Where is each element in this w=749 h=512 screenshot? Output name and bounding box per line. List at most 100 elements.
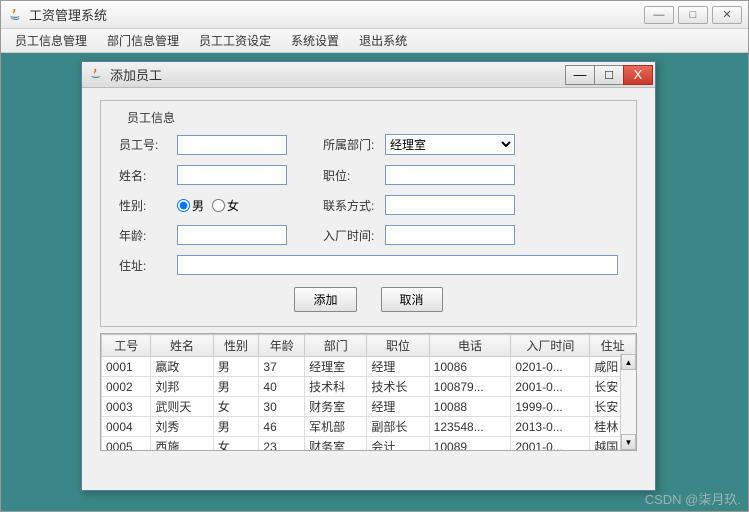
table-cell: 会计 — [367, 437, 429, 452]
java-icon — [88, 67, 104, 83]
table-cell: 37 — [259, 357, 305, 377]
menu-system[interactable]: 系统设置 — [281, 29, 349, 52]
table-header[interactable]: 入厂时间 — [511, 335, 590, 357]
table-header[interactable]: 年龄 — [259, 335, 305, 357]
table-cell: 46 — [259, 417, 305, 437]
table-cell: 40 — [259, 377, 305, 397]
table-cell: 财务室 — [305, 397, 367, 417]
table-cell: 技术科 — [305, 377, 367, 397]
table-header[interactable]: 性别 — [213, 335, 259, 357]
add-employee-window: 添加员工 — □ X 员工信息 员工号: 所属部门: 经理 — [81, 61, 656, 491]
table-cell: 西施 — [151, 437, 213, 452]
menu-salary[interactable]: 员工工资设定 — [189, 29, 281, 52]
emp-id-field[interactable] — [177, 135, 287, 155]
table-cell: 10089 — [429, 437, 511, 452]
scroll-track[interactable] — [621, 370, 636, 434]
label-dept: 所属部门: — [323, 136, 385, 153]
table-cell: 军机部 — [305, 417, 367, 437]
menu-employee-info[interactable]: 员工信息管理 — [5, 29, 97, 52]
scroll-up-icon[interactable]: ▲ — [621, 354, 636, 370]
minimize-button[interactable]: — — [644, 6, 674, 24]
table-cell: 嬴政 — [151, 357, 213, 377]
inner-titlebar: 添加员工 — □ X — [82, 62, 655, 88]
table-cell: 100879... — [429, 377, 511, 397]
gender-male-radio[interactable] — [177, 199, 190, 212]
menu-exit[interactable]: 退出系统 — [349, 29, 417, 52]
label-emp-id: 员工号: — [119, 136, 177, 153]
table-cell: 经理 — [367, 357, 429, 377]
age-field[interactable] — [177, 225, 287, 245]
table-cell: 2001-0... — [511, 437, 590, 452]
table-cell: 男 — [213, 357, 259, 377]
close-button[interactable]: ✕ — [712, 6, 742, 24]
vertical-scrollbar[interactable]: ▲ ▼ — [620, 354, 636, 450]
gender-female-option[interactable]: 女 — [212, 197, 239, 214]
table-row[interactable]: 0001嬴政男37经理室经理100860201-0...咸阳 — [102, 357, 636, 377]
table-cell: 副部长 — [367, 417, 429, 437]
cancel-button[interactable]: 取消 — [381, 287, 443, 312]
table-cell: 0001 — [102, 357, 151, 377]
main-menubar: 员工信息管理 部门信息管理 员工工资设定 系统设置 退出系统 — [1, 29, 748, 53]
label-contact: 联系方式: — [323, 197, 385, 214]
position-field[interactable] — [385, 165, 515, 185]
table-cell: 技术长 — [367, 377, 429, 397]
form-grid: 员工号: 所属部门: 经理室 姓名: 职位: 性别: — [119, 134, 618, 245]
label-age: 年龄: — [119, 227, 177, 244]
table-cell: 0003 — [102, 397, 151, 417]
table-cell: 女 — [213, 437, 259, 452]
label-address: 住址: — [119, 257, 167, 274]
table-header[interactable]: 姓名 — [151, 335, 213, 357]
table-header[interactable]: 电话 — [429, 335, 511, 357]
table-cell: 财务室 — [305, 437, 367, 452]
name-field[interactable] — [177, 165, 287, 185]
gender-female-radio[interactable] — [212, 199, 225, 212]
employee-info-fieldset: 员工信息 员工号: 所属部门: 经理室 姓名: 职位: — [100, 100, 637, 327]
inner-minimize-button[interactable]: — — [565, 65, 595, 85]
entry-date-field[interactable] — [385, 225, 515, 245]
label-entry: 入厂时间: — [323, 227, 385, 244]
dept-select[interactable]: 经理室 — [385, 134, 515, 155]
table-cell: 30 — [259, 397, 305, 417]
label-name: 姓名: — [119, 167, 177, 184]
main-window: 工资管理系统 — □ ✕ 员工信息管理 部门信息管理 员工工资设定 系统设置 退… — [0, 0, 749, 512]
label-gender: 性别: — [119, 197, 177, 214]
table-cell: 0201-0... — [511, 357, 590, 377]
main-window-controls: — □ ✕ — [644, 6, 742, 24]
table-cell: 经理 — [367, 397, 429, 417]
table-cell: 武则天 — [151, 397, 213, 417]
table-row[interactable]: 0002刘邦男40技术科技术长100879...2001-0...长安 — [102, 377, 636, 397]
inner-body: 员工信息 员工号: 所属部门: 经理室 姓名: 职位: — [82, 88, 655, 459]
main-title: 工资管理系统 — [29, 5, 644, 24]
table-row[interactable]: 0003武则天女30财务室经理100881999-0...长安 — [102, 397, 636, 417]
employee-table-wrap: 工号姓名性别年龄部门职位电话入厂时间住址 0001嬴政男37经理室经理10086… — [100, 333, 637, 451]
scroll-down-icon[interactable]: ▼ — [621, 434, 636, 450]
table-row[interactable]: 0004刘秀男46军机部副部长123548...2013-0...桂林 — [102, 417, 636, 437]
menu-dept-info[interactable]: 部门信息管理 — [97, 29, 189, 52]
table-cell: 女 — [213, 397, 259, 417]
contact-field[interactable] — [385, 195, 515, 215]
gender-male-option[interactable]: 男 — [177, 197, 204, 214]
add-button[interactable]: 添加 — [294, 287, 356, 312]
address-field[interactable] — [177, 255, 618, 275]
table-cell: 0004 — [102, 417, 151, 437]
label-position: 职位: — [323, 167, 385, 184]
watermark: CSDN @柒月玖. — [645, 489, 741, 508]
inner-window-controls: — □ X — [566, 65, 653, 85]
table-header[interactable]: 职位 — [367, 335, 429, 357]
maximize-button[interactable]: □ — [678, 6, 708, 24]
table-cell: 123548... — [429, 417, 511, 437]
table-cell: 0002 — [102, 377, 151, 397]
table-cell: 10088 — [429, 397, 511, 417]
table-cell: 刘邦 — [151, 377, 213, 397]
table-row[interactable]: 0005西施女23财务室会计100892001-0...越国 — [102, 437, 636, 452]
inner-close-button[interactable]: X — [623, 65, 653, 85]
table-header[interactable]: 部门 — [305, 335, 367, 357]
button-row: 添加 取消 — [119, 287, 618, 312]
table-cell: 2013-0... — [511, 417, 590, 437]
inner-maximize-button[interactable]: □ — [594, 65, 624, 85]
table-cell: 1999-0... — [511, 397, 590, 417]
address-row: 住址: — [119, 255, 618, 275]
table-cell: 刘秀 — [151, 417, 213, 437]
table-cell: 经理室 — [305, 357, 367, 377]
table-header[interactable]: 工号 — [102, 335, 151, 357]
